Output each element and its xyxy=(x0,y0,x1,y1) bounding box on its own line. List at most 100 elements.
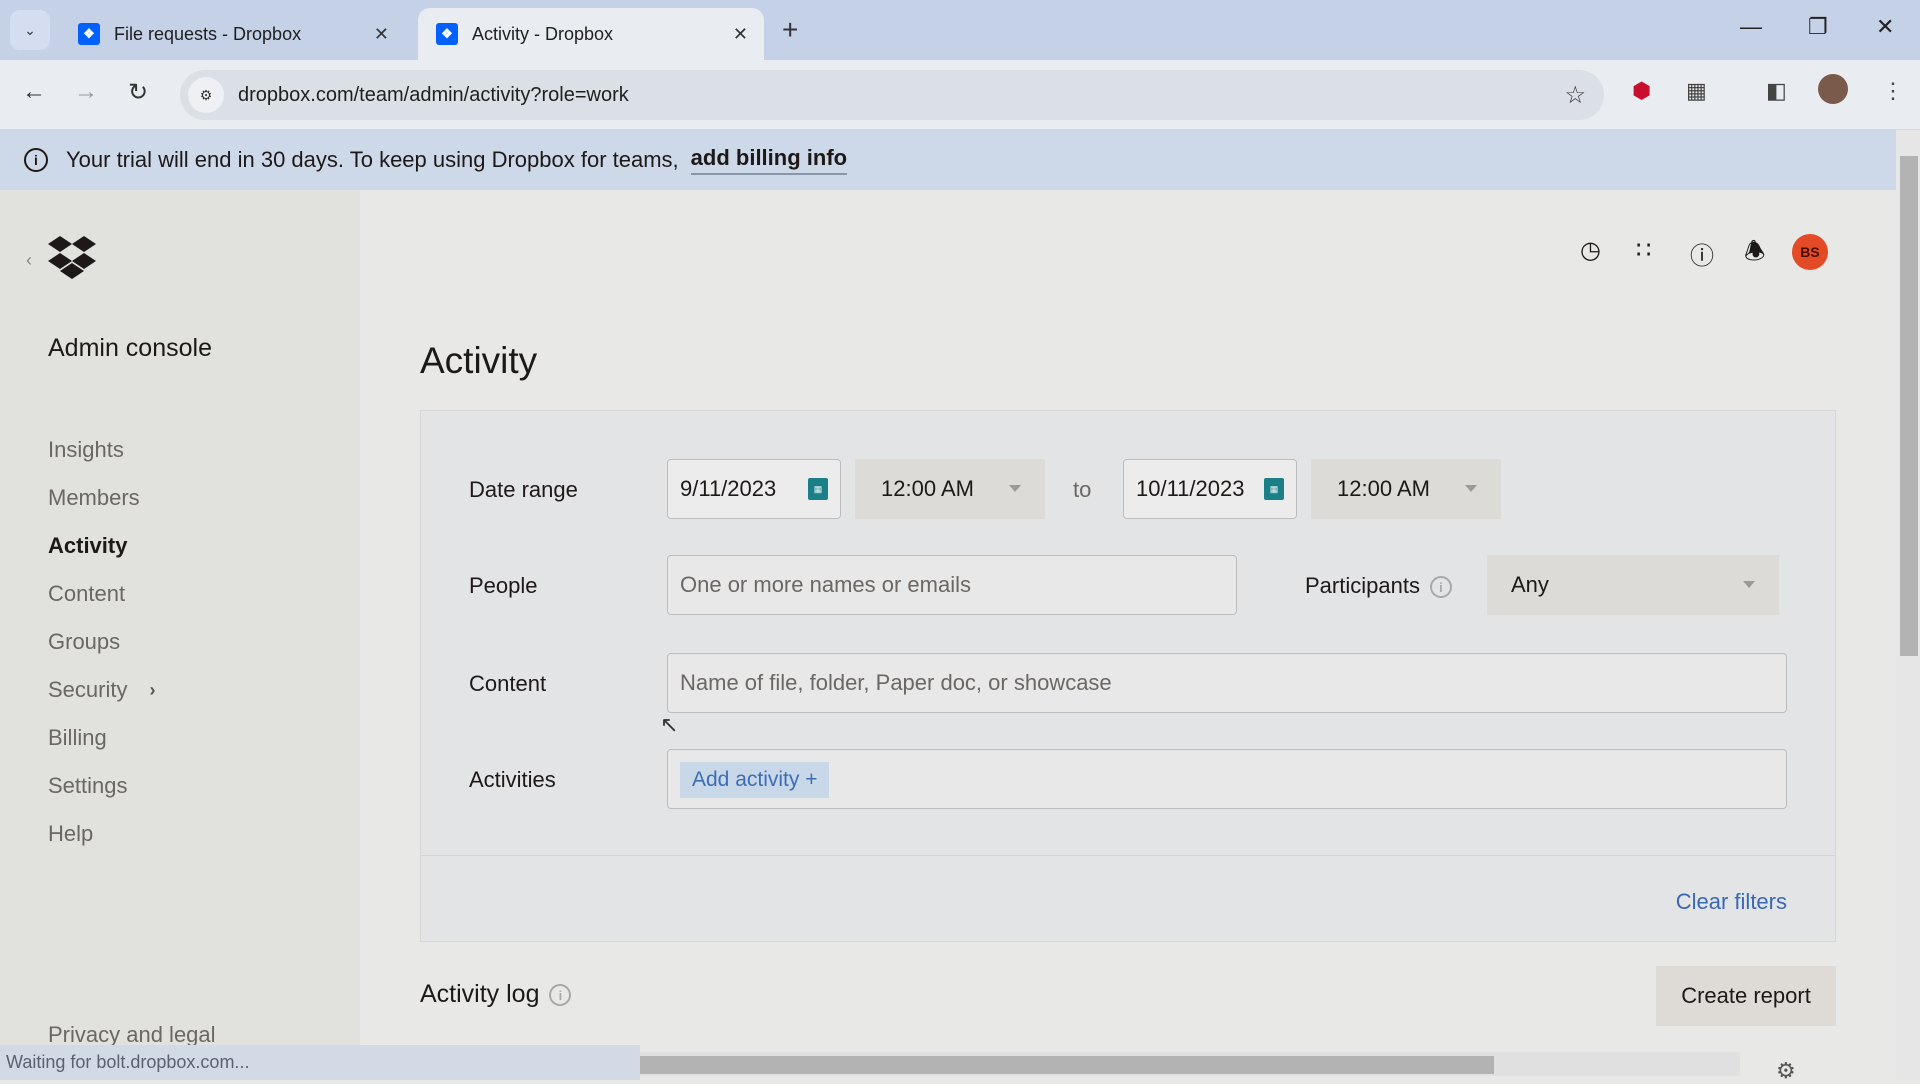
tab-title: Activity - Dropbox xyxy=(472,23,614,44)
end-time-value: 12:00 AM xyxy=(1337,476,1430,501)
dropbox-logo-icon[interactable] xyxy=(48,236,96,280)
extensions-puzzle-icon[interactable]: ▦ xyxy=(1686,78,1707,104)
people-placeholder: One or more names or emails xyxy=(680,572,971,597)
content-input[interactable]: Name of file, folder, Paper doc, or show… xyxy=(667,653,1787,713)
close-tab-icon[interactable]: ✕ xyxy=(733,24,748,45)
dropdown-caret-icon xyxy=(1465,485,1477,492)
content-label: Content xyxy=(469,671,547,696)
participants-text: Participants xyxy=(1305,573,1420,598)
tab-title: File requests - Dropbox xyxy=(114,23,302,44)
bell-icon[interactable]: 🕭 xyxy=(1744,234,1765,275)
divider xyxy=(421,855,1835,856)
sidebar-item-settings[interactable]: Settings xyxy=(48,762,155,810)
back-icon[interactable]: ← xyxy=(22,78,46,106)
content-placeholder: Name of file, folder, Paper doc, or show… xyxy=(680,670,1112,695)
trial-banner: i Your trial will end in 30 days. To kee… xyxy=(0,130,1896,190)
info-icon: i xyxy=(24,148,48,172)
clear-filters-link[interactable]: Clear filters xyxy=(1676,889,1787,915)
dropbox-favicon-icon: ❖ xyxy=(78,23,100,45)
start-date-value: 9/11/2023 xyxy=(680,476,777,501)
side-panel-icon[interactable]: ◧ xyxy=(1766,78,1787,104)
restore-icon[interactable]: ❐ xyxy=(1808,14,1828,40)
mouse-cursor-icon: ↖ xyxy=(660,712,679,737)
minimize-icon[interactable]: — xyxy=(1740,14,1762,40)
start-time-value: 12:00 AM xyxy=(881,476,974,501)
dropdown-caret-icon xyxy=(1009,485,1021,492)
account-avatar[interactable]: BS xyxy=(1792,234,1828,270)
dropbox-favicon-icon: ❖ xyxy=(436,23,458,45)
calendar-icon[interactable]: ▦ xyxy=(1264,478,1284,500)
help-icon[interactable]: ⓘ xyxy=(1690,236,1714,271)
date-range-label: Date range xyxy=(469,477,578,502)
close-tab-icon[interactable]: ✕ xyxy=(374,24,389,45)
bookmark-star-icon[interactable]: ☆ xyxy=(1564,81,1586,110)
browser-menu-icon[interactable]: ⋮ xyxy=(1882,78,1904,104)
sidebar: ‹ Admin console Insights Members Activit… xyxy=(0,190,360,1080)
add-billing-info-link[interactable]: add billing info xyxy=(690,145,848,175)
chevron-down-icon: ⌄ xyxy=(24,21,36,38)
to-label: to xyxy=(1073,477,1092,502)
sidebar-item-label: Groups xyxy=(48,629,121,654)
people-input[interactable]: One or more names or emails xyxy=(667,555,1237,615)
address-bar[interactable]: ⚙ dropbox.com/team/admin/activity?role=w… xyxy=(180,70,1604,120)
forward-icon[interactable]: → xyxy=(74,78,98,106)
browser-tab-strip: ⌄ ❖ File requests - Dropbox ✕ ❖ Activity… xyxy=(0,0,1920,60)
activity-log-title: Activity log i xyxy=(420,980,572,1009)
start-date-input[interactable]: 9/11/2023 ▦ xyxy=(667,459,841,519)
filters-panel: Date range 9/11/2023 ▦ 12:00 AM to 10/11… xyxy=(420,410,1836,942)
sidebar-item-help[interactable]: Help xyxy=(48,810,155,858)
collapse-sidebar-icon[interactable]: ‹ xyxy=(26,250,32,271)
end-date-input[interactable]: 10/11/2023 ▦ xyxy=(1123,459,1297,519)
info-icon[interactable]: i xyxy=(1429,576,1452,599)
sidebar-item-label: Settings xyxy=(48,773,128,798)
info-icon[interactable]: i xyxy=(549,984,572,1007)
sidebar-item-members[interactable]: Members xyxy=(48,474,155,522)
end-time-select[interactable]: 12:00 AM xyxy=(1311,459,1501,519)
vertical-scrollbar[interactable] xyxy=(1896,130,1920,1080)
browser-status-bar: Waiting for bolt.dropbox.com... xyxy=(0,1045,640,1080)
browser-tab-file-requests[interactable]: ❖ File requests - Dropbox ✕ xyxy=(60,8,405,60)
end-date-value: 10/11/2023 xyxy=(1136,476,1245,501)
tab-search-button[interactable]: ⌄ xyxy=(10,10,50,50)
browser-tab-activity[interactable]: ❖ Activity - Dropbox ✕ xyxy=(418,8,764,60)
url-text[interactable]: dropbox.com/team/admin/activity?role=wor… xyxy=(238,84,629,107)
sidebar-item-label: Members xyxy=(48,485,140,510)
participants-label: Participants i xyxy=(1305,573,1452,599)
create-report-button[interactable]: Create report xyxy=(1656,966,1836,1026)
participants-select[interactable]: Any xyxy=(1487,555,1779,615)
scrollbar-thumb[interactable] xyxy=(1900,156,1918,656)
chevron-right-icon: › xyxy=(149,679,156,700)
site-settings-icon[interactable]: ⚙ xyxy=(188,77,224,113)
gear-icon[interactable]: ⚙ xyxy=(1776,1058,1796,1084)
calendar-icon[interactable]: ▦ xyxy=(808,478,828,500)
app-grid-icon[interactable]: ∷ xyxy=(1636,236,1651,265)
sidebar-item-label: Insights xyxy=(48,437,124,462)
sidebar-item-insights[interactable]: Insights xyxy=(48,426,155,474)
new-tab-button[interactable]: + xyxy=(782,14,798,46)
add-activity-button[interactable]: Add activity + xyxy=(680,762,830,798)
sidebar-item-activity[interactable]: Activity xyxy=(48,522,155,570)
sidebar-item-billing[interactable]: Billing xyxy=(48,714,155,762)
reload-icon[interactable]: ↻ xyxy=(128,78,148,107)
start-time-select[interactable]: 12:00 AM xyxy=(855,459,1045,519)
activities-label: Activities xyxy=(469,767,556,792)
close-window-icon[interactable]: ✕ xyxy=(1876,14,1894,40)
page-title: Activity xyxy=(420,340,538,381)
sidebar-item-label: Security xyxy=(48,677,128,702)
adblock-extension-icon[interactable]: ⬢ xyxy=(1632,78,1651,104)
activities-input[interactable]: Add activity + xyxy=(667,749,1787,809)
sidebar-item-groups[interactable]: Groups xyxy=(48,618,155,666)
sidebar-item-content[interactable]: Content xyxy=(48,570,155,618)
sidebar-item-label: Content xyxy=(48,581,126,606)
participants-value: Any xyxy=(1511,572,1549,597)
profile-avatar-icon[interactable] xyxy=(1818,74,1848,104)
activity-log-text: Activity log xyxy=(420,980,540,1008)
clock-icon[interactable]: ◷ xyxy=(1580,236,1601,265)
dropdown-caret-icon xyxy=(1743,581,1755,588)
sidebar-nav: Insights Members Activity Content Groups… xyxy=(48,426,155,858)
sidebar-item-label: Billing xyxy=(48,725,107,750)
sidebar-item-security[interactable]: Security › xyxy=(48,666,155,714)
sidebar-item-label: Activity xyxy=(48,533,128,558)
admin-console-title: Admin console xyxy=(48,334,212,362)
people-label: People xyxy=(469,573,538,598)
